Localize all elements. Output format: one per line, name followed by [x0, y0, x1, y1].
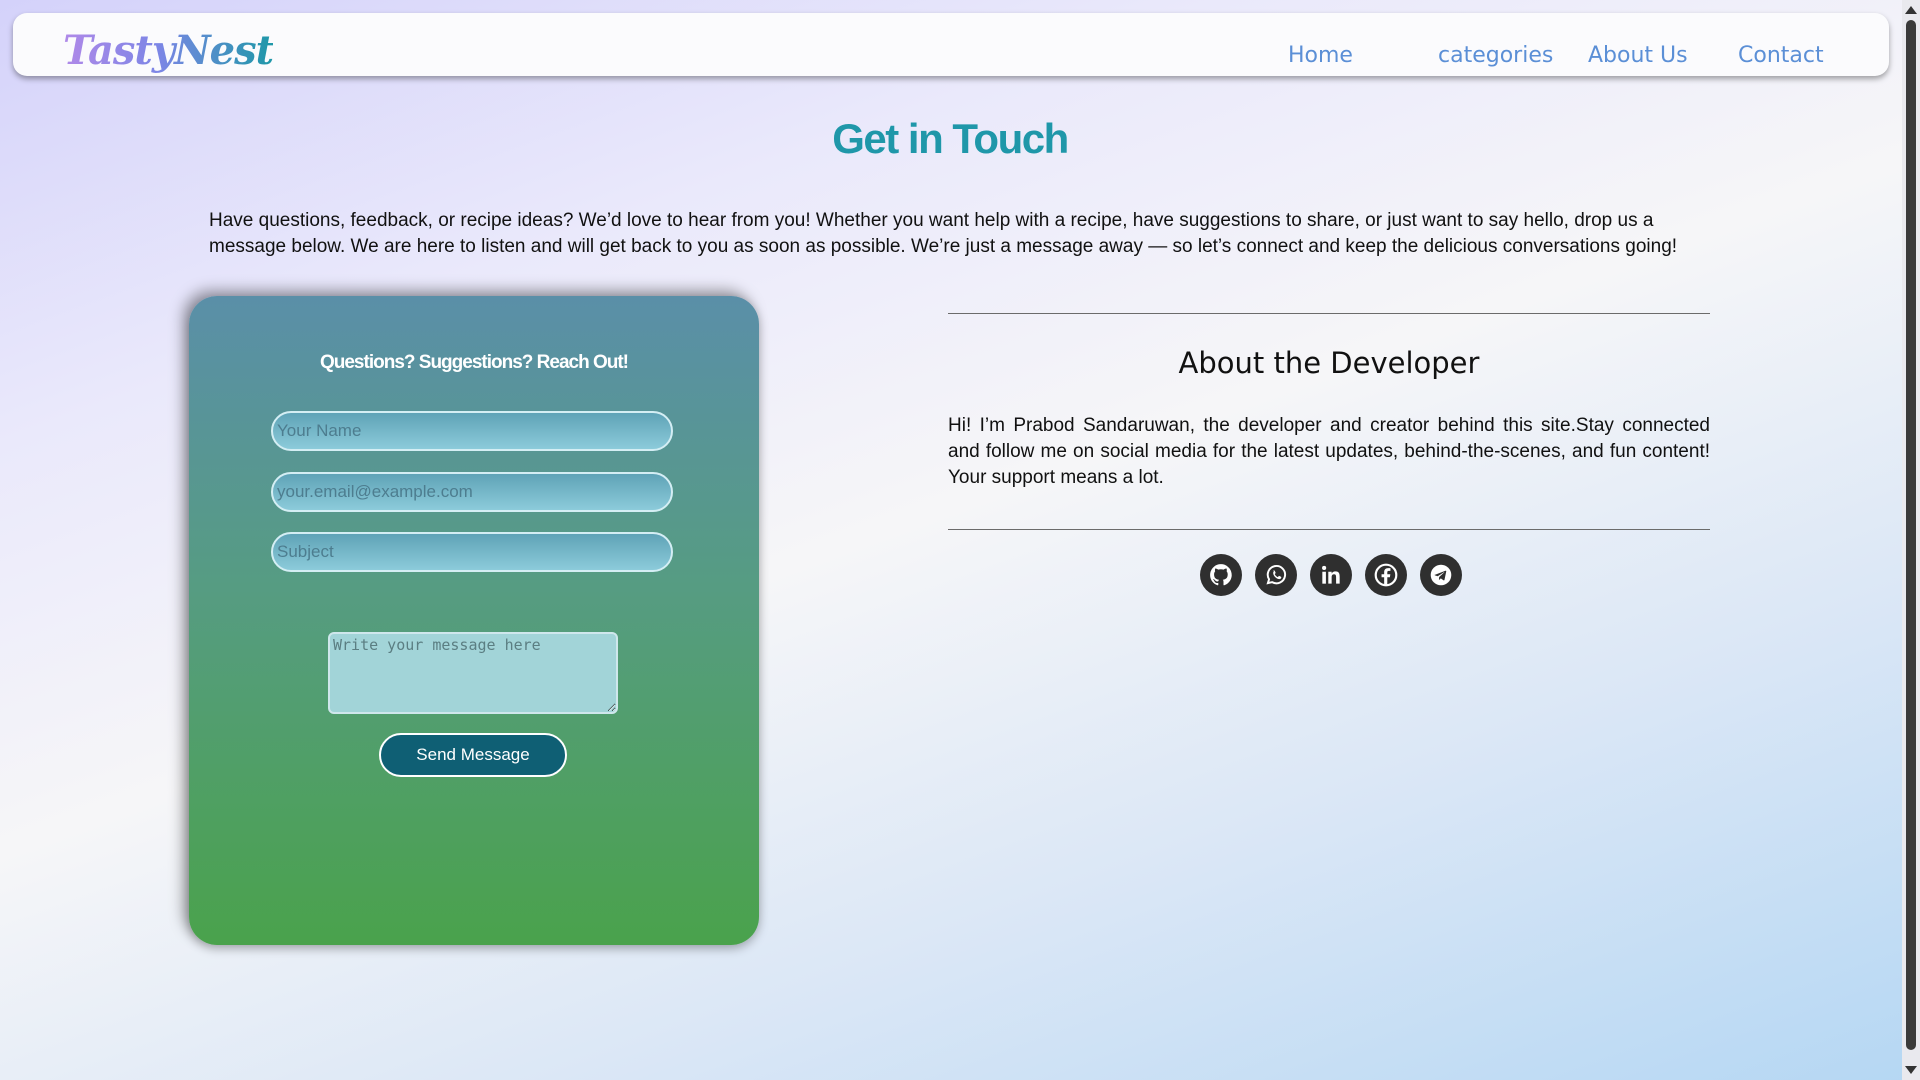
page-title: Get in Touch — [832, 115, 1069, 162]
facebook-icon — [1374, 563, 1398, 587]
whatsapp-link[interactable] — [1255, 554, 1297, 596]
site-logo[interactable]: TastyNest — [63, 27, 274, 74]
social-links — [1200, 554, 1462, 596]
scroll-up-arrow-icon[interactable] — [1905, 6, 1917, 14]
developer-divider-bottom — [948, 529, 1710, 530]
subject-input[interactable] — [271, 532, 673, 572]
developer-title: About the Developer — [1178, 346, 1480, 380]
telegram-icon — [1430, 564, 1452, 586]
nav-home[interactable]: Home — [1288, 43, 1353, 68]
github-link[interactable] — [1200, 554, 1242, 596]
developer-divider-top — [948, 313, 1710, 314]
message-textarea[interactable] — [328, 632, 618, 714]
linkedin-link[interactable] — [1310, 554, 1352, 596]
developer-text: Hi! I’m Prabod Sandaruwan, the developer… — [948, 415, 1710, 488]
facebook-link[interactable] — [1365, 554, 1407, 596]
email-input[interactable] — [271, 472, 673, 512]
nav-about-us[interactable]: About Us — [1588, 43, 1688, 68]
scroll-thumb[interactable] — [1906, 20, 1916, 1050]
send-message-button[interactable]: Send Message — [379, 733, 567, 777]
intro-text: Have questions, feedback, or recipe idea… — [209, 210, 1678, 257]
contact-form-card: Questions? Suggestions? Reach Out! Send … — [189, 296, 759, 945]
linkedin-icon — [1322, 565, 1340, 584]
form-title: Questions? Suggestions? Reach Out! — [319, 352, 629, 373]
telegram-link[interactable] — [1420, 554, 1462, 596]
whatsapp-icon — [1266, 565, 1287, 585]
scroll-down-arrow-icon[interactable] — [1905, 1066, 1917, 1074]
nav-categories[interactable]: categories — [1438, 43, 1553, 68]
nav-contact[interactable]: Contact — [1738, 43, 1824, 68]
scrollbar[interactable] — [1902, 0, 1920, 1080]
github-icon — [1210, 564, 1232, 586]
name-input[interactable] — [271, 411, 673, 451]
navbar: TastyNest Home categories About Us Conta… — [13, 13, 1889, 76]
